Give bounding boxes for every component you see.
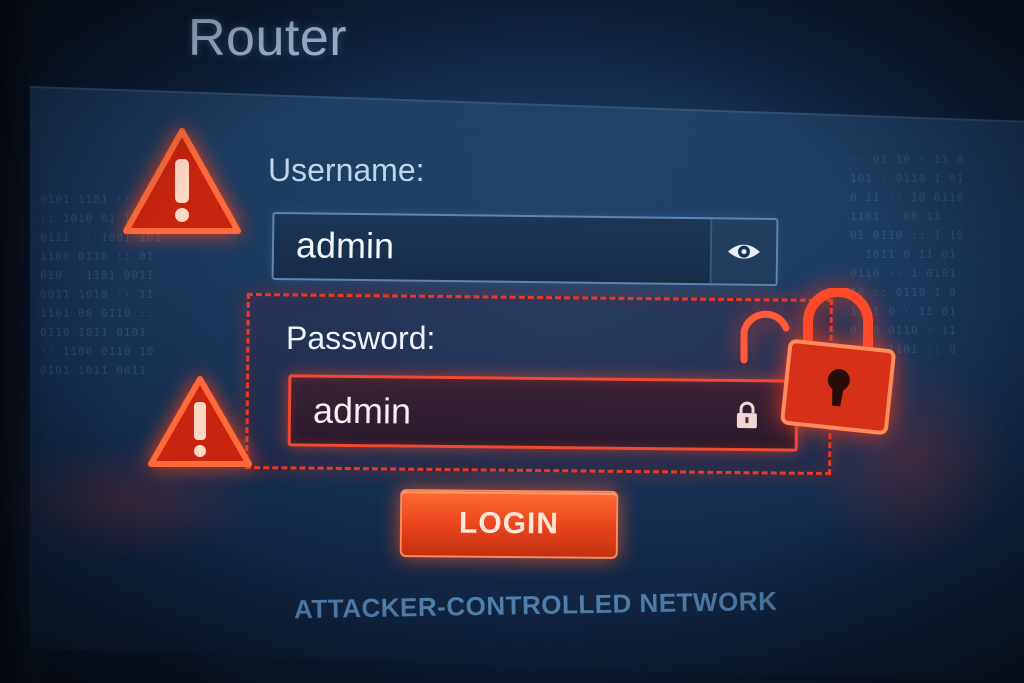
eye-icon[interactable] <box>726 239 762 263</box>
password-field[interactable]: admin <box>287 374 799 452</box>
page-title: Router <box>188 9 348 67</box>
warning-triangle-icon <box>123 128 241 234</box>
password-input-value[interactable]: admin <box>313 390 411 433</box>
username-field[interactable]: admin <box>271 211 779 287</box>
login-button[interactable]: LOGIN <box>399 489 619 559</box>
login-button-label: LOGIN <box>458 506 560 541</box>
unlocked-padlock-icon <box>740 288 896 435</box>
username-input-value[interactable]: admin <box>296 224 395 267</box>
warning-triangle-icon <box>148 376 252 467</box>
password-label: Password: <box>286 320 436 356</box>
username-label: Username: <box>268 152 425 188</box>
router-login-screen: 0101 1101 ·· 0110 :: 1010 01 11 0 0111 ·… <box>0 0 1024 683</box>
